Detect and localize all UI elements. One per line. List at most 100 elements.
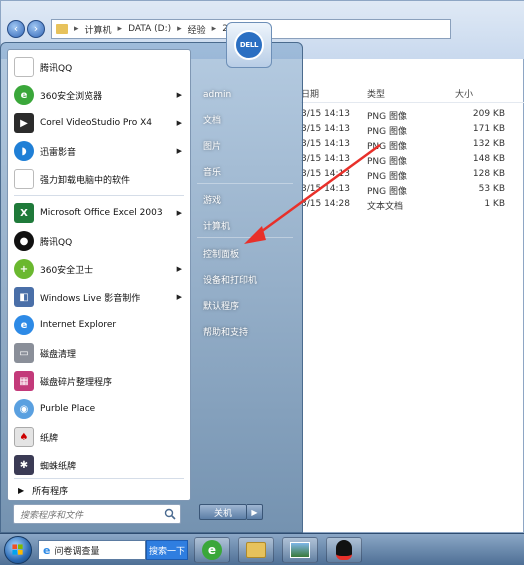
menu-item-qq-doc[interactable]: 腾讯QQ [10, 54, 188, 80]
menu-item-xunlei[interactable]: ◗ 迅雷影音 ▶ [10, 138, 188, 164]
place-control-panel[interactable]: 控制面板 [197, 243, 297, 263]
shutdown-button[interactable]: 关机 [199, 504, 247, 520]
file-row[interactable]: 3/15 14:13 PNG 图像 132 KB [301, 137, 524, 152]
column-size[interactable]: 大小 [455, 87, 473, 100]
menu-item-disk-cleanup[interactable]: ▭ 磁盘清理 [10, 340, 188, 366]
divider [197, 183, 293, 184]
menu-item-label: 蜘蛛纸牌 [40, 461, 77, 472]
start-menu: 腾讯QQ e 360安全浏览器 ▶ ▶ Corel VideoStudio Pr… [0, 42, 303, 533]
place-computer[interactable]: 计算机 [197, 215, 297, 235]
menu-item-label: Purble Place [40, 404, 96, 414]
file-date: 3/15 14:13 [301, 154, 351, 164]
menu-item-label: 360安全浏览器 [40, 91, 103, 102]
column-type[interactable]: 类型 [367, 87, 385, 100]
place-pictures[interactable]: 图片 [197, 135, 297, 155]
file-size: 53 KB [478, 184, 505, 194]
file-date: 3/15 14:13 [301, 139, 351, 149]
back-button[interactable]: ‹ [7, 20, 25, 38]
place-music[interactable]: 音乐 [197, 161, 297, 181]
shutdown-options-button[interactable]: ▶ [247, 504, 263, 520]
file-row[interactable]: 3/15 14:13 PNG 图像 128 KB [301, 167, 524, 182]
menu-item-label: 腾讯QQ [40, 63, 73, 74]
taskbar-app-ie[interactable]: e [194, 537, 230, 563]
submenu-arrow-icon: ▶ [176, 209, 182, 217]
menu-item-videostudio[interactable]: ▶ Corel VideoStudio Pro X4 ▶ [10, 110, 188, 136]
menu-item-purble-place[interactable]: ◉ Purble Place [10, 396, 188, 422]
column-date[interactable]: 日期 [301, 87, 319, 100]
photo-viewer-icon [290, 542, 310, 558]
file-type: PNG 图像 [367, 112, 407, 122]
breadcrumb-drive[interactable]: DATA (D:) [128, 24, 171, 34]
menu-item-360-browser[interactable]: e 360安全浏览器 ▶ [10, 82, 188, 108]
chevron-right-icon: ▶ [251, 507, 258, 517]
explorer-folder-icon [246, 542, 266, 558]
menu-item-spider-solitaire[interactable]: ✱ 蜘蛛纸牌 [10, 452, 188, 478]
search-input[interactable]: 搜索程序和文件 [13, 504, 181, 524]
submenu-arrow-icon: ▶ [176, 147, 182, 155]
file-type: PNG 图像 [367, 157, 407, 167]
file-size: 171 KB [472, 124, 505, 134]
menu-item-solitaire[interactable]: ♠ 纸牌 [10, 424, 188, 450]
file-type: PNG 图像 [367, 187, 407, 197]
triangle-right-icon: ▶ [18, 485, 25, 495]
place-games[interactable]: 游戏 [197, 189, 297, 209]
menu-item-qq[interactable]: ● 腾讯QQ [10, 228, 188, 254]
menu-item-label: Corel VideoStudio Pro X4 [40, 118, 152, 128]
purble-place-icon: ◉ [14, 399, 34, 419]
file-size: 128 KB [472, 169, 505, 179]
file-date: 3/15 14:13 [301, 184, 351, 194]
file-row[interactable]: 3/15 14:28 文本文档 1 KB [301, 197, 524, 212]
qq-penguin-icon: ● [14, 231, 34, 251]
xunlei-player-icon: ◗ [14, 141, 34, 161]
menu-item-uninstaller[interactable]: 强力卸载电脑中的软件 [10, 166, 188, 192]
file-row[interactable]: 3/15 14:13 PNG 图像 171 KB [301, 122, 524, 137]
search-icon[interactable] [164, 508, 176, 520]
file-date: 3/15 14:13 [301, 124, 351, 134]
menu-item-360-safe[interactable]: + 360安全卫士 ▶ [10, 256, 188, 282]
menu-item-excel[interactable]: X Microsoft Office Excel 2003 ▶ [10, 200, 188, 226]
menu-item-label: 磁盘清理 [40, 349, 77, 360]
menu-item-ie[interactable]: e Internet Explorer [10, 312, 188, 338]
start-button[interactable] [4, 536, 32, 564]
file-date: 3/15 14:28 [301, 199, 351, 209]
taskbar-search-button[interactable]: 搜索一下 [146, 540, 188, 560]
file-row[interactable]: 3/15 14:13 PNG 图像 53 KB [301, 182, 524, 197]
taskbar-app-qq[interactable] [326, 537, 362, 563]
taskbar: e 问卷调查量 搜索一下 e [0, 533, 524, 565]
file-row[interactable]: 3/15 14:13 PNG 图像 209 KB [301, 107, 524, 122]
file-row[interactable]: 3/15 14:13 PNG 图像 148 KB [301, 152, 524, 167]
file-type: 文本文档 [367, 202, 404, 212]
windows-logo-icon [12, 544, 23, 555]
file-size: 132 KB [472, 139, 505, 149]
submenu-arrow-icon: ▶ [176, 293, 182, 301]
place-devices-printers[interactable]: 设备和打印机 [197, 269, 297, 289]
spider-solitaire-icon: ✱ [14, 455, 34, 475]
start-menu-programs: 腾讯QQ e 360安全浏览器 ▶ ▶ Corel VideoStudio Pr… [7, 49, 191, 501]
all-programs-label: 所有程序 [32, 486, 69, 497]
place-user[interactable]: admin [197, 85, 297, 105]
taskbar-search-input[interactable]: e 问卷调查量 [38, 540, 146, 560]
breadcrumb-folder[interactable]: 经验 [188, 23, 206, 36]
submenu-arrow-icon: ▶ [176, 119, 182, 127]
all-programs-button[interactable]: ▶ 所有程序 [10, 480, 188, 500]
user-picture[interactable]: DELL [226, 22, 272, 68]
place-documents[interactable]: 文档 [197, 109, 297, 129]
browser-360-icon: e [14, 85, 34, 105]
menu-item-movie-maker[interactable]: ◧ Windows Live 影音制作 ▶ [10, 284, 188, 310]
breadcrumb-computer[interactable]: 计算机 [85, 23, 112, 36]
dell-logo-text: DELL [239, 41, 259, 49]
forward-button[interactable]: › [27, 20, 45, 38]
taskbar-app-explorer[interactable] [238, 537, 274, 563]
excel-icon: X [14, 203, 34, 223]
menu-item-defrag[interactable]: ▦ 磁盘碎片整理程序 [10, 368, 188, 394]
place-help-support[interactable]: 帮助和支持 [197, 321, 297, 341]
place-default-programs[interactable]: 默认程序 [197, 295, 297, 315]
menu-item-label: Microsoft Office Excel 2003 [40, 208, 163, 218]
menu-item-label: Windows Live 影音制作 [40, 293, 141, 304]
dell-logo: DELL [234, 30, 264, 60]
menu-item-label: 迅雷影音 [40, 147, 77, 158]
file-type: PNG 图像 [367, 142, 407, 152]
document-icon [14, 57, 34, 77]
taskbar-app-photo-viewer[interactable] [282, 537, 318, 563]
file-size: 1 KB [484, 199, 505, 209]
